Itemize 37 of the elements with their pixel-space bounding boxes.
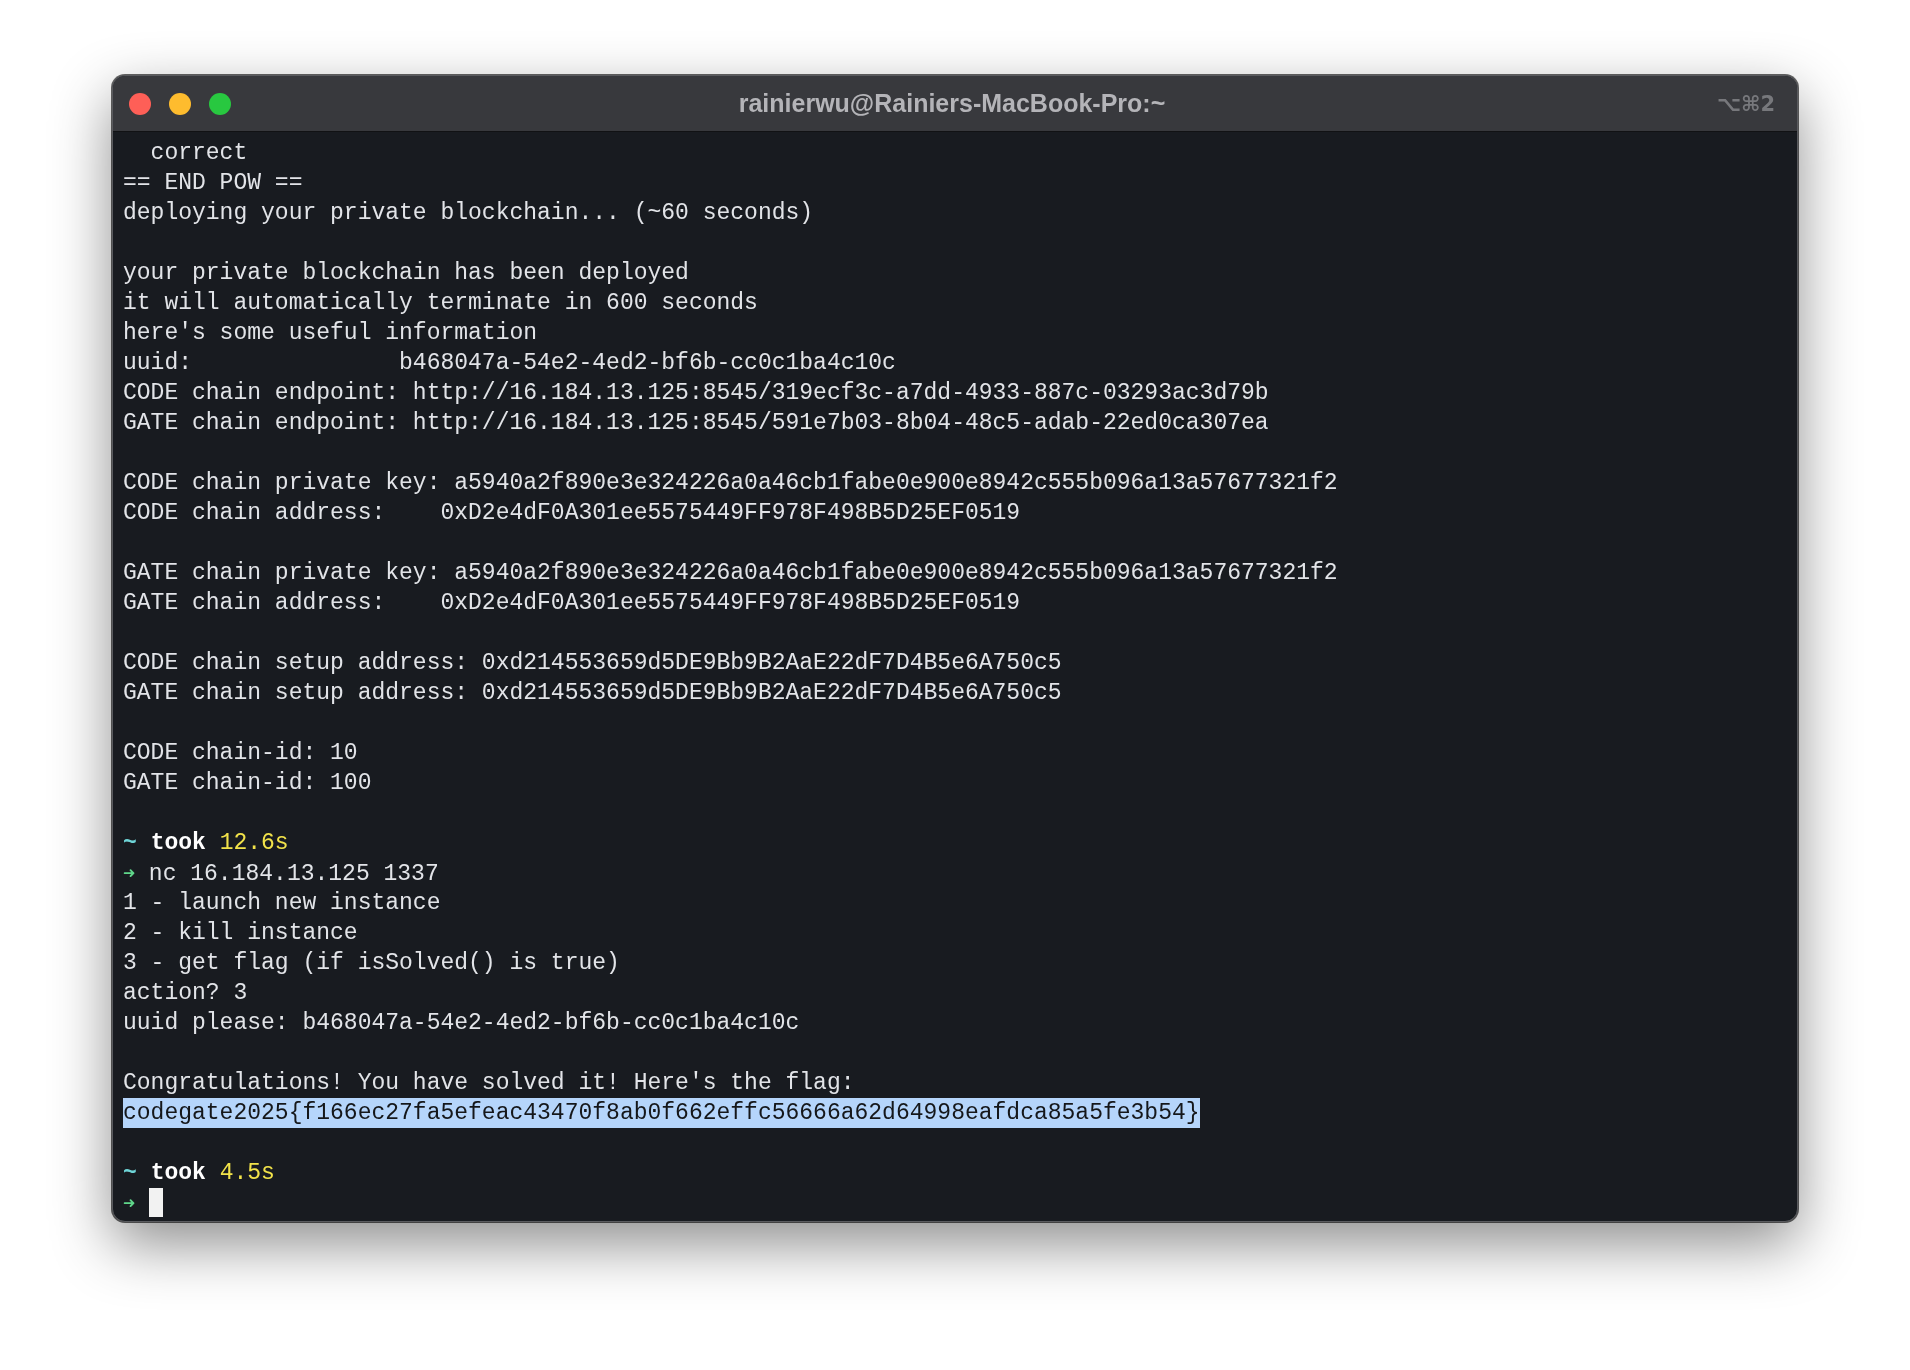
output-line: 1 - launch new instance — [123, 889, 441, 918]
output-line: here's some useful information — [123, 319, 538, 348]
prompt-arrow: ➜ — [123, 1191, 136, 1215]
took-label: took — [150, 830, 206, 856]
output-line: uuid please: b468047a-54e2-4ed2-bf6b-cc0c1ba4c10c — [123, 1009, 800, 1038]
output-line: CODE chain endpoint: http://16.184.13.125:8545/319ecf3c-a7dd-4933-887c-03293ac3d79b — [123, 379, 1269, 408]
output-line: action? 3 — [123, 979, 248, 1008]
output-line: GATE chain address: 0xD2e4dF0A301ee5575449FF978F498B5D25EF0519 — [123, 589, 1021, 618]
output-line: correct — [149, 139, 248, 168]
output-line: GATE chain setup address: 0xd214553659d5DE9Bb9B2AaE22dF7D4B5e6A750c5 — [123, 679, 1062, 708]
prompt-tilde: ~ — [123, 830, 137, 856]
prompt-tilde: ~ — [123, 1160, 137, 1186]
output-line: == END POW == — [123, 169, 303, 198]
output-line: deploying your private blockchain... (~60 seconds) — [123, 199, 814, 228]
output-line: CODE chain-id: 10 — [123, 739, 358, 768]
duration-value: 4.5s — [219, 1160, 275, 1186]
minimize-button[interactable] — [169, 92, 191, 115]
output-line: 2 - kill instance — [123, 919, 358, 948]
output-line: CODE chain private key: a5940a2f890e3e324226a0a46cb1fabe0e900e8942c555b096a13a57677321f2 — [123, 469, 1338, 498]
prompt-arrow: ➜ — [123, 861, 136, 885]
output-line: GATE chain endpoint: http://16.184.13.125:8545/591e7b03-8b04-48c5-adab-22ed0ca307ea — [123, 409, 1269, 438]
output-line: Congratulations! You have solved it! Here's the flag: — [123, 1069, 855, 1098]
maximize-button[interactable] — [209, 92, 231, 115]
command-text: nc 16.184.13.125 1337 — [148, 860, 439, 889]
output-line: GATE chain private key: a5940a2f890e3e324226a0a46cb1fabe0e900e8942c555b096a13a57677321f2 — [123, 559, 1338, 588]
output-line: your private blockchain has been deployed — [123, 259, 689, 288]
output-line: 3 - get flag (if isSolved() is true) — [123, 949, 620, 978]
output-line: it will automatically terminate in 600 seconds — [123, 289, 758, 318]
took-label: took — [150, 1160, 206, 1186]
window-title: rainierwu@Rainiers-MacBook-Pro:~ — [738, 89, 1166, 118]
output-line: CODE chain setup address: 0xd214553659d5DE9Bb9B2AaE22dF7D4B5e6A750c5 — [123, 649, 1062, 678]
close-button[interactable] — [129, 92, 151, 115]
window-shortcut: ⌥⌘2 — [1716, 91, 1775, 116]
output-line: CODE chain address: 0xD2e4dF0A301ee5575449FF978F498B5D25EF0519 — [123, 499, 1021, 528]
output-line: uuid: b468047a-54e2-4ed2-bf6b-cc0c1ba4c10c — [123, 349, 896, 378]
output-line: GATE chain-id: 100 — [123, 769, 372, 798]
duration-value: 12.6s — [219, 830, 289, 856]
